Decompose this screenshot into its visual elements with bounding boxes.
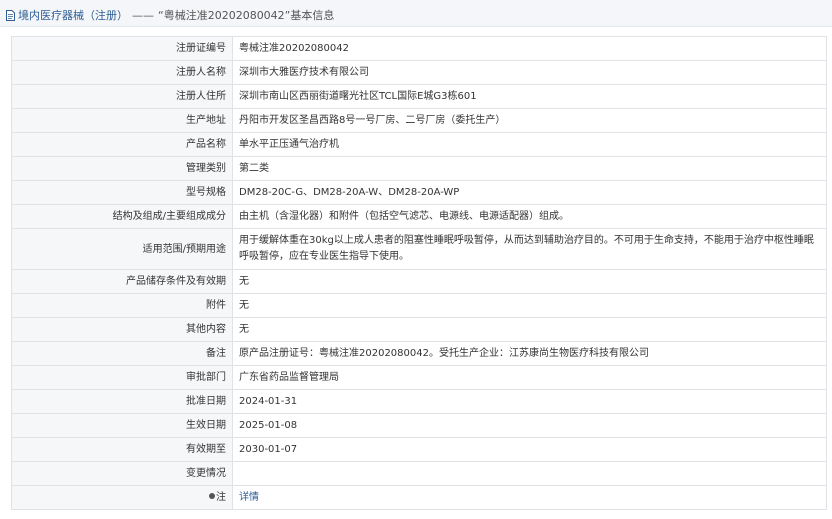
table-row: 审批部门 广东省药品监督管理局 — [11, 365, 827, 390]
row-value: 无 — [232, 269, 827, 294]
row-value: 无 — [232, 317, 827, 342]
row-label: 生产地址 — [11, 108, 233, 133]
row-label: 有效期至 — [11, 437, 233, 462]
row-value: 2024-01-31 — [232, 389, 827, 414]
row-value: 无 — [232, 293, 827, 318]
note-row: 注 详情 — [11, 485, 827, 510]
document-icon — [6, 9, 15, 21]
page-header: 境内医疗器械（注册） —— “粤械注准20202080042”基本信息 — [0, 0, 832, 27]
row-value: 用于缓解体重在30kg以上成人患者的阻塞性睡眠呼吸暂停，从而达到辅助治疗目的。不… — [232, 228, 827, 270]
table-row: 产品储存条件及有效期 无 — [11, 269, 827, 294]
note-label-cell: 注 — [11, 485, 233, 510]
row-value: 2025-01-08 — [232, 413, 827, 438]
table-row: 注册人住所 深圳市南山区西丽街道曙光社区TCL国际E城G3栋601 — [11, 84, 827, 109]
row-label: 管理类别 — [11, 156, 233, 181]
breadcrumb-current: “粤械注准20202080042”基本信息 — [158, 9, 335, 22]
table-row: 附件 无 — [11, 293, 827, 318]
row-label: 注册人名称 — [11, 60, 233, 85]
row-label: 备注 — [11, 341, 233, 366]
row-label: 产品名称 — [11, 132, 233, 157]
row-value: DM28-20C-G、DM28-20A-W、DM28-20A-WP — [232, 180, 827, 205]
row-label: 适用范围/预期用途 — [11, 228, 233, 270]
table-row: 结构及组成/主要组成成分 由主机（含湿化器）和附件（包括空气滤芯、电源线、电源适… — [11, 204, 827, 229]
table-row: 生产地址 丹阳市开发区圣昌西路8号一号厂房、二号厂房（委托生产） — [11, 108, 827, 133]
row-label: 生效日期 — [11, 413, 233, 438]
table-row: 生效日期 2025-01-08 — [11, 413, 827, 438]
note-value-cell: 详情 — [232, 485, 827, 510]
detail-table: 注册证编号 粤械注准20202080042 注册人名称 深圳市大雅医疗技术有限公… — [11, 36, 827, 510]
breadcrumb: 境内医疗器械（注册） —— “粤械注准20202080042”基本信息 — [6, 7, 334, 23]
details-link[interactable]: 详情 — [239, 492, 259, 503]
table-row: 适用范围/预期用途 用于缓解体重在30kg以上成人患者的阻塞性睡眠呼吸暂停，从而… — [11, 228, 827, 270]
breadcrumb-separator: —— — [132, 8, 154, 22]
breadcrumb-section-link[interactable]: 境内医疗器械（注册） — [18, 7, 128, 23]
row-label: 注册人住所 — [11, 84, 233, 109]
row-label: 结构及组成/主要组成成分 — [11, 204, 233, 229]
row-label: 附件 — [11, 293, 233, 318]
row-label: 其他内容 — [11, 317, 233, 342]
row-label: 变更情况 — [11, 461, 233, 486]
table-row: 备注 原产品注册证号：粤械注准20202080042。受托生产企业：江苏康尚生物… — [11, 341, 827, 366]
row-value: 丹阳市开发区圣昌西路8号一号厂房、二号厂房（委托生产） — [232, 108, 827, 133]
row-value: 原产品注册证号：粤械注准20202080042。受托生产企业：江苏康尚生物医疗科… — [232, 341, 827, 366]
table-row: 变更情况 — [11, 461, 827, 486]
table-row: 管理类别 第二类 — [11, 156, 827, 181]
bullet-dot-icon — [209, 493, 215, 499]
row-value: 粤械注准20202080042 — [232, 36, 827, 61]
row-label: 审批部门 — [11, 365, 233, 390]
row-value: 第二类 — [232, 156, 827, 181]
table-row: 产品名称 单水平正压通气治疗机 — [11, 132, 827, 157]
table-row: 型号规格 DM28-20C-G、DM28-20A-W、DM28-20A-WP — [11, 180, 827, 205]
row-label: 批准日期 — [11, 389, 233, 414]
table-row: 注册证编号 粤械注准20202080042 — [11, 36, 827, 61]
note-label: 注 — [216, 492, 226, 503]
row-value: 深圳市大雅医疗技术有限公司 — [232, 60, 827, 85]
row-value: 由主机（含湿化器）和附件（包括空气滤芯、电源线、电源适配器）组成。 — [232, 204, 827, 229]
row-label: 注册证编号 — [11, 36, 233, 61]
table-row: 其他内容 无 — [11, 317, 827, 342]
row-value: 广东省药品监督管理局 — [232, 365, 827, 390]
row-value: 单水平正压通气治疗机 — [232, 132, 827, 157]
row-label: 型号规格 — [11, 180, 233, 205]
table-row: 有效期至 2030-01-07 — [11, 437, 827, 462]
table-row: 注册人名称 深圳市大雅医疗技术有限公司 — [11, 60, 827, 85]
table-row: 批准日期 2024-01-31 — [11, 389, 827, 414]
row-label: 产品储存条件及有效期 — [11, 269, 233, 294]
row-value: 深圳市南山区西丽街道曙光社区TCL国际E城G3栋601 — [232, 84, 827, 109]
row-value — [232, 461, 827, 486]
row-value: 2030-01-07 — [232, 437, 827, 462]
